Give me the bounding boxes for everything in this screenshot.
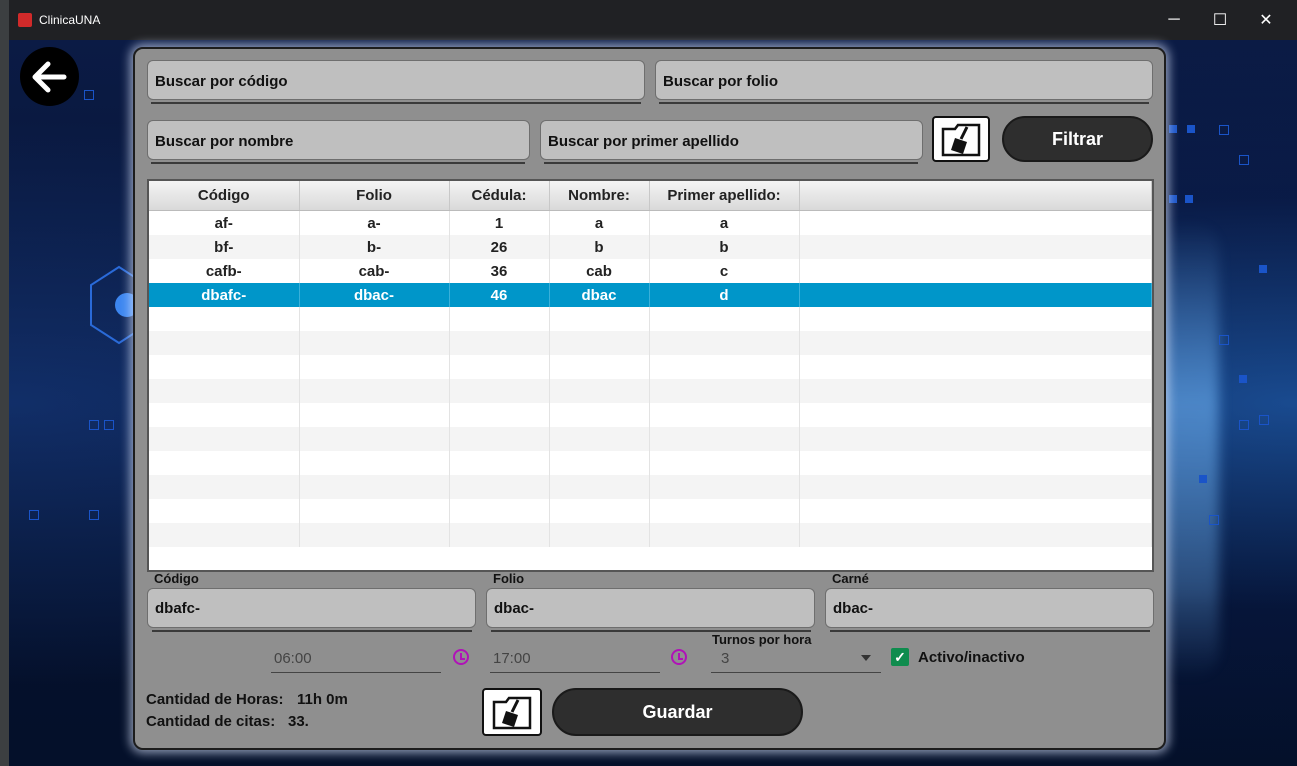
background-glow [1159,220,1219,680]
cell-folio: b- [299,235,450,259]
turnos-label: Turnos por hora [712,632,812,647]
folio-label: Folio [493,571,525,586]
cell-nombre: cab [549,259,650,283]
codigo-label: Código [154,571,199,586]
table-row-selected[interactable]: dbafc- dbac- 46 dbac d [149,283,1152,307]
folio-field[interactable]: dbac- [486,588,815,628]
search-apellido-placeholder: Buscar por primer apellido [548,133,739,150]
cell-folio: cab- [299,259,450,283]
filter-button[interactable]: Filtrar [1002,116,1153,162]
cell-cedula: 26 [449,235,550,259]
search-codigo-placeholder: Buscar por código [155,73,288,90]
cell-cedula: 46 [449,283,550,307]
cell-apellido: a [649,210,800,235]
carne-value: dbac- [833,600,874,617]
back-button[interactable] [20,47,79,106]
cell-folio: a- [299,210,450,235]
table-row[interactable]: cafb- cab- 36 cab c [149,259,1152,283]
cell-apellido: b [649,235,800,259]
table-header-row: Código Folio Cédula: Nombre: Primer apel… [149,181,1152,211]
end-time-input[interactable]: 17:00 [493,650,531,667]
desktop-edge [0,0,9,766]
table-row[interactable]: af- a- 1 a a [149,210,1152,235]
cell-folio: dbac- [299,283,450,307]
arrow-left-icon [32,61,66,92]
cell-codigo: af- [149,210,300,235]
cell-apellido: d [649,283,800,307]
active-checkbox[interactable]: ✓ [891,648,909,666]
carne-label: Carné [832,571,869,586]
column-header-apellido[interactable]: Primer apellido: [649,181,800,211]
search-folio-placeholder: Buscar por folio [663,73,779,90]
turnos-select[interactable]: 3 [721,650,729,667]
column-header-cedula[interactable]: Cédula: [449,181,550,211]
column-header-nombre[interactable]: Nombre: [549,181,650,211]
doctor-panel: Buscar por código Buscar por folio Busca… [133,47,1166,750]
citas-label: Cantidad de citas: [146,713,276,730]
search-folio-input[interactable]: Buscar por folio [655,60,1153,100]
cell-nombre: a [549,210,650,235]
broom-folder-icon [492,696,532,730]
broom-folder-icon [941,123,981,157]
clear-form-button[interactable] [482,688,542,736]
active-label: Activo/inactivo [918,649,1025,666]
cell-apellido: c [649,259,800,283]
codigo-field[interactable]: dbafc- [147,588,476,628]
app-window: ClinicaUNA ─ ☐ ✕ Buscar por código Busca… [9,0,1297,766]
doctors-table: Código Folio Cédula: Nombre: Primer apel… [147,179,1154,572]
save-button[interactable]: Guardar [552,688,803,736]
window-title: ClinicaUNA [39,13,101,27]
clear-search-button[interactable] [932,116,990,162]
cell-nombre: dbac [549,283,650,307]
chevron-down-icon [861,655,871,661]
search-nombre-input[interactable]: Buscar por nombre [147,120,530,160]
table-row[interactable]: bf- b- 26 b b [149,235,1152,259]
column-header-codigo[interactable]: Código [149,181,300,211]
citas-value: 33. [288,713,309,730]
horas-value: 11h 0m [297,691,348,708]
cell-cedula: 1 [449,210,550,235]
column-header-folio[interactable]: Folio [299,181,450,211]
column-header-empty [799,181,1152,211]
end-clock-icon[interactable] [671,649,687,665]
cell-codigo: bf- [149,235,300,259]
search-apellido-input[interactable]: Buscar por primer apellido [540,120,923,160]
folio-value: dbac- [494,600,535,617]
horas-label: Cantidad de Horas: [146,691,284,708]
cell-codigo: cafb- [149,259,300,283]
app-logo-icon [18,13,32,27]
codigo-value: dbafc- [155,600,200,617]
cell-nombre: b [549,235,650,259]
close-button[interactable]: ✕ [1243,0,1289,40]
carne-field[interactable]: dbac- [825,588,1154,628]
search-nombre-placeholder: Buscar por nombre [155,133,294,150]
cell-codigo: dbafc- [149,283,300,307]
start-clock-icon[interactable] [453,649,469,665]
start-time-input[interactable]: 06:00 [274,650,312,667]
minimize-button[interactable]: ─ [1151,0,1197,40]
maximize-button[interactable]: ☐ [1197,0,1243,40]
cell-cedula: 36 [449,259,550,283]
search-codigo-input[interactable]: Buscar por código [147,60,645,100]
title-bar: ClinicaUNA ─ ☐ ✕ [9,0,1297,40]
